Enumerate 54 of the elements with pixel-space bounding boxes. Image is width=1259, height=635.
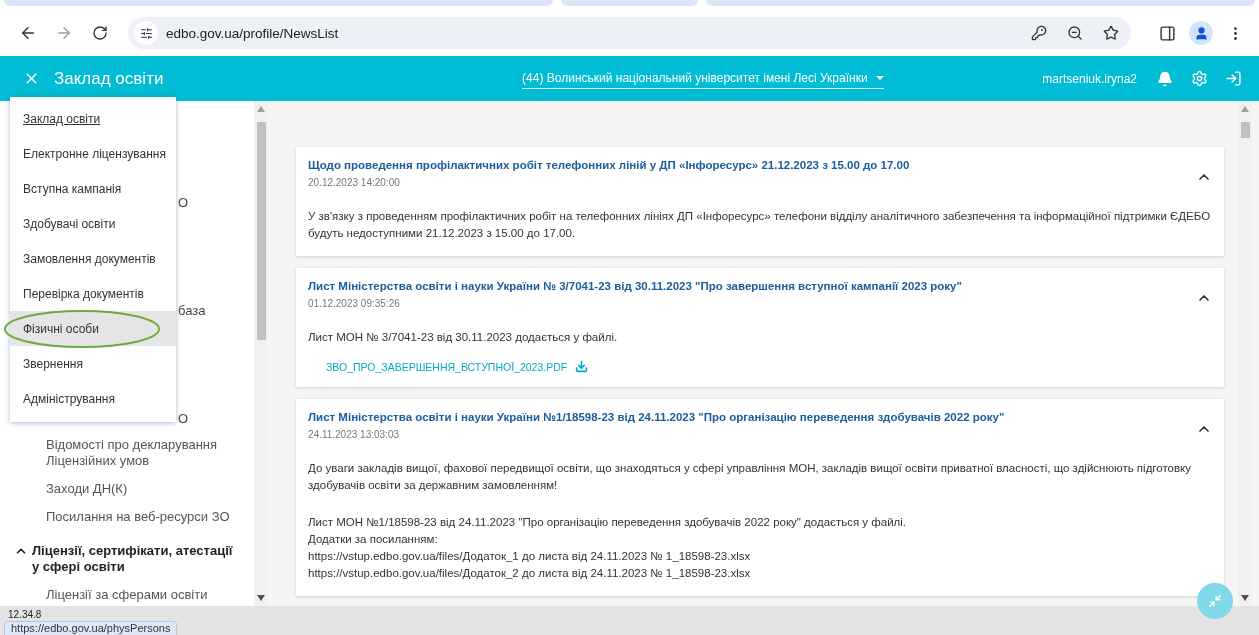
- person-icon: [1193, 25, 1209, 41]
- news-date: 01.12.2023 09:35:26: [308, 298, 401, 309]
- page-title: Заклад освіти: [54, 68, 164, 89]
- profile-avatar[interactable]: [1189, 21, 1213, 45]
- menu-item[interactable]: Електронне ліцензування: [10, 136, 176, 171]
- menu-item[interactable]: Замовлення документів: [10, 241, 176, 276]
- zoom-out-icon[interactable]: [1067, 25, 1083, 41]
- reload-icon[interactable]: [92, 25, 108, 41]
- sidebar-link[interactable]: Посилання на веб-ресурси ЗО: [0, 509, 254, 525]
- menu-item[interactable]: Заклад освіти: [10, 101, 176, 136]
- link-preview: https://edbo.gov.ua/physPersons: [4, 621, 178, 635]
- star-icon[interactable]: [1103, 25, 1119, 41]
- news-text: Додатки за посиланням:: [308, 532, 439, 547]
- sidebar-link[interactable]: Відомості про декларування Ліцензійних умов: [0, 437, 254, 469]
- url-text: edbo.gov.ua/profile/NewsList: [166, 25, 340, 41]
- sidebar-section-header[interactable]: Ліцензії, сертифікати, атестації у сфері освіти: [0, 537, 254, 575]
- sliders-icon: [139, 26, 153, 40]
- menu-item[interactable]: Перевірка документів: [10, 276, 176, 311]
- news-text: https://vstup.edbo.gov.ua/files/Додаток_1 до листа від 24.11.2023 № 1_18598-23.xlsx: [308, 549, 752, 564]
- scrollbar[interactable]: [1238, 101, 1252, 606]
- menu-item[interactable]: Звернення: [10, 346, 176, 381]
- address-bar[interactable]: edbo.gov.ua/profile/NewsList: [128, 17, 1131, 49]
- sidebar-item-fragment: О: [178, 411, 189, 426]
- dropdown-caret-icon: [875, 75, 884, 80]
- key-icon[interactable]: [1031, 25, 1047, 41]
- scrollbar-thumb[interactable]: [1240, 122, 1250, 138]
- news-title[interactable]: Лист Міністерства освіти і науки України №1/18598-23 від 24.11.2023 "Про організацію переведення здобувачів 2022 року": [308, 411, 1212, 423]
- scroll-down-icon[interactable]: [257, 595, 265, 601]
- news-title[interactable]: Щодо проведення профілактичних робіт телефонних ліній у ДП «Інфоресурс» 21.12.2023 з 15.00 до 17.00: [308, 159, 1212, 171]
- news-text: У зв'язку з проведенням профілактичних робіт на телефонних лініях ДП «Інфоресурс» телефони відділу аналітичного забезпечення та інформаційної підтримки ЄДЕБО будуть недоступними 21.12.2023 з 15.00 до 17.00.: [308, 209, 1212, 241]
- menu-item[interactable]: Вступна кампанія: [10, 171, 176, 206]
- site-info-button[interactable]: [134, 21, 158, 45]
- forward-arrow-icon[interactable]: [55, 24, 73, 42]
- sidebar-item-fragment: О: [178, 195, 189, 210]
- sidebar-link[interactable]: Заходи ДН(К): [0, 481, 254, 497]
- user-name: martseniuk.iryna2: [1042, 71, 1137, 86]
- compress-icon: [1208, 594, 1222, 608]
- download-icon: [575, 360, 589, 373]
- sidebar-link[interactable]: Ліцензії за сферами освіти: [0, 587, 254, 603]
- news-text: https://vstup.edbo.gov.ua/files/Додаток_2 до листа від 24.11.2023 № 1_18598-23.xlsx: [308, 566, 752, 581]
- version-text: 12.34.8: [8, 609, 42, 620]
- news-text: Лист МОН №1/18598-23 від 24.11.2023 "Про організацію переведення здобувачів 2022 року" додається у файлі.: [308, 515, 908, 530]
- news-date: 24.11.2023 13:03:03: [308, 429, 400, 440]
- news-title[interactable]: Лист Міністерства освіти і науки України № 3/7041-23 від 30.11.2023 "Про завершення вступної кампанії 2023 року": [308, 280, 1212, 292]
- sidebar-item-fragment: база: [178, 303, 206, 318]
- news-date: 20.12.2023 14:20:00: [308, 177, 401, 188]
- scrollbar[interactable]: [254, 101, 268, 606]
- scroll-down-icon[interactable]: [1241, 595, 1249, 601]
- menu-item[interactable]: Адміністрування: [10, 381, 176, 416]
- side-panel-icon[interactable]: [1158, 24, 1176, 42]
- scrollbar-thumb[interactable]: [256, 122, 266, 340]
- news-text: Лист МОН № 3/7041-23 від 30.11.2023 додається у файлі.: [308, 330, 619, 345]
- menu-item[interactable]: Здобувачі освіти: [10, 206, 176, 241]
- news-text: До уваги закладів вищої, фахової передвищої освіти, що знаходяться у сфері управління МОН, закладів вищої освіти приватної власності, що здійснюють підготовку здобувачів освіти за державним замовленням!: [308, 461, 1192, 493]
